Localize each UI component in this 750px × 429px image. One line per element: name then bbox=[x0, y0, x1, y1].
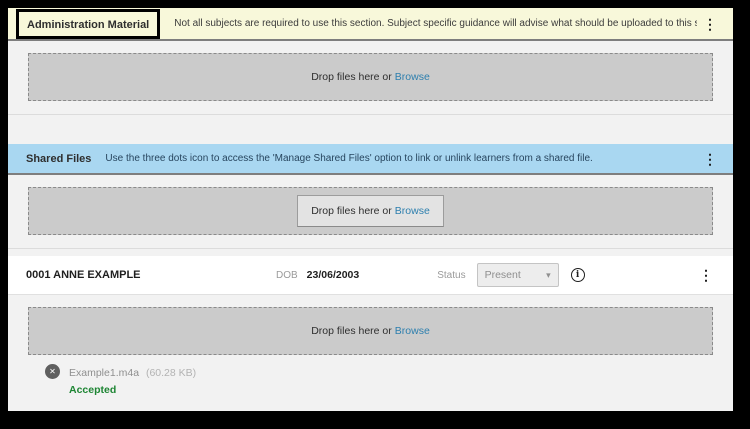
shared-files-dropzone[interactable]: Drop files here or Browse bbox=[28, 187, 713, 235]
admin-dropzone[interactable]: Drop files here or Browse bbox=[28, 53, 713, 101]
file-status-accepted: Accepted bbox=[69, 384, 196, 396]
shared-files-kebab-menu-icon[interactable]: ⋮ bbox=[697, 150, 723, 168]
learner-kebab-menu-icon[interactable]: ⋮ bbox=[693, 266, 719, 284]
learner-dropzone-text: Drop files here or bbox=[311, 325, 392, 337]
section-gap bbox=[8, 115, 733, 144]
shared-files-section-header: Shared Files Use the three dots icon to … bbox=[8, 144, 733, 175]
chevron-down-icon: ▾ bbox=[546, 270, 551, 281]
learner-row: 0001 ANNE EXAMPLE DOB 23/06/2003 Status … bbox=[8, 256, 733, 295]
shared-files-drop-button[interactable]: Drop files here or Browse bbox=[297, 195, 444, 227]
status-dropdown[interactable]: Present ▾ bbox=[477, 263, 559, 287]
file-details: Example1.m4a (60.28 KB) Accepted bbox=[69, 363, 196, 396]
admin-section-description: Not all subjects are required to use thi… bbox=[174, 18, 697, 29]
file-name-line: Example1.m4a (60.28 KB) bbox=[69, 367, 196, 379]
dob-label: DOB bbox=[276, 270, 298, 281]
learner-dropzone[interactable]: Drop files here or Browse bbox=[28, 307, 713, 355]
file-size: (60.28 KB) bbox=[146, 367, 196, 379]
status-selected-value: Present bbox=[485, 269, 521, 281]
admin-section-header: Administration Material Not all subjects… bbox=[8, 8, 733, 41]
file-name: Example1.m4a bbox=[69, 367, 139, 379]
admin-dropzone-text: Drop files here or bbox=[311, 71, 392, 83]
info-icon[interactable]: i bbox=[571, 268, 585, 282]
shared-files-section-title: Shared Files bbox=[26, 153, 91, 165]
admin-browse-link[interactable]: Browse bbox=[395, 71, 430, 83]
shared-files-dropzone-text: Drop files here or bbox=[311, 205, 392, 217]
upload-page: Administration Material Not all subjects… bbox=[8, 8, 733, 411]
uploaded-file-item: ✕ Example1.m4a (60.28 KB) Accepted bbox=[45, 363, 733, 396]
learner-browse-link[interactable]: Browse bbox=[395, 325, 430, 337]
dob-value: 23/06/2003 bbox=[307, 269, 360, 281]
admin-kebab-menu-icon[interactable]: ⋮ bbox=[697, 15, 723, 33]
learner-name: 0001 ANNE EXAMPLE bbox=[26, 269, 276, 281]
screenshot-frame: Administration Material Not all subjects… bbox=[0, 0, 750, 429]
status-label: Status bbox=[437, 270, 465, 281]
shared-files-section-description: Use the three dots icon to access the 'M… bbox=[105, 153, 697, 164]
remove-file-icon[interactable]: ✕ bbox=[45, 364, 60, 379]
section-gap bbox=[8, 249, 733, 256]
admin-title-highlight-box: Administration Material bbox=[16, 9, 160, 39]
admin-section-title: Administration Material bbox=[27, 19, 149, 31]
shared-files-browse-link[interactable]: Browse bbox=[395, 205, 430, 217]
